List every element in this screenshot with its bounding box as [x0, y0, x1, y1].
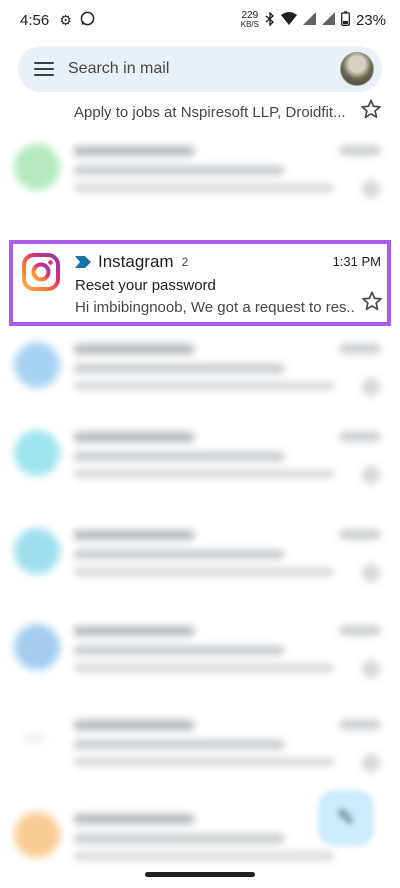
- mail-snippet: Apply to jobs at Nspiresoft LLP, Droidfi…: [74, 104, 346, 121]
- signal-icon-2: [321, 12, 335, 28]
- menu-icon[interactable]: [34, 62, 54, 76]
- sender-avatar: [22, 734, 46, 742]
- mail-row-blurred[interactable]: [0, 706, 400, 792]
- mail-row-blurred[interactable]: [0, 418, 400, 504]
- search-bar[interactable]: Search in mail: [18, 46, 382, 92]
- mail-row-instagram[interactable]: Instagram 2 1:31 PM Reset your password …: [9, 240, 391, 326]
- sender-avatar: [14, 430, 60, 476]
- battery-icon: [341, 11, 350, 29]
- sender-avatar: [14, 144, 60, 190]
- sender-name: Instagram: [98, 252, 174, 271]
- pencil-icon: ✎: [336, 805, 356, 830]
- mail-row-partial[interactable]: Apply to jobs at Nspiresoft LLP, Droidfi…: [0, 96, 400, 126]
- compose-button[interactable]: ✎: [318, 790, 374, 846]
- mail-preview: Hi imbibingnoob, We got a request to res…: [75, 299, 355, 316]
- sender-avatar: [14, 812, 60, 858]
- importance-marker-icon[interactable]: [75, 256, 91, 268]
- battery-percent: 23%: [355, 11, 386, 29]
- signal-icon-1: [302, 12, 316, 28]
- status-right-group: 229 KB/S 23%: [241, 11, 386, 29]
- mail-row-blurred[interactable]: [0, 612, 400, 698]
- sender-avatar: [14, 624, 60, 670]
- mail-row-blurred[interactable]: [0, 330, 400, 416]
- bluetooth-icon: [265, 10, 275, 29]
- thread-count: 2: [181, 255, 189, 269]
- network-speed: 229 KB/S: [240, 10, 259, 29]
- mail-subject: Reset your password: [75, 277, 216, 294]
- account-avatar[interactable]: [340, 52, 374, 86]
- mail-row-blurred[interactable]: [0, 132, 400, 218]
- whatsapp-icon: [80, 11, 95, 29]
- mail-row-blurred[interactable]: [0, 516, 400, 602]
- status-time: 4:56: [20, 11, 50, 29]
- sender-line: Instagram 2: [75, 252, 188, 272]
- mail-time: 1:31 PM: [332, 254, 381, 269]
- star-icon[interactable]: [361, 290, 383, 312]
- sender-avatar: [14, 342, 60, 388]
- settings-gear-icon: ⚙: [59, 11, 72, 28]
- gesture-nav-handle[interactable]: [145, 872, 255, 877]
- wifi-icon: [280, 12, 297, 28]
- search-input[interactable]: Search in mail: [68, 60, 340, 78]
- sender-avatar: [14, 528, 60, 574]
- status-bar: 4:56 ⚙ 229 KB/S 23%: [0, 0, 400, 40]
- star-icon[interactable]: [360, 98, 382, 120]
- instagram-icon: [21, 252, 61, 292]
